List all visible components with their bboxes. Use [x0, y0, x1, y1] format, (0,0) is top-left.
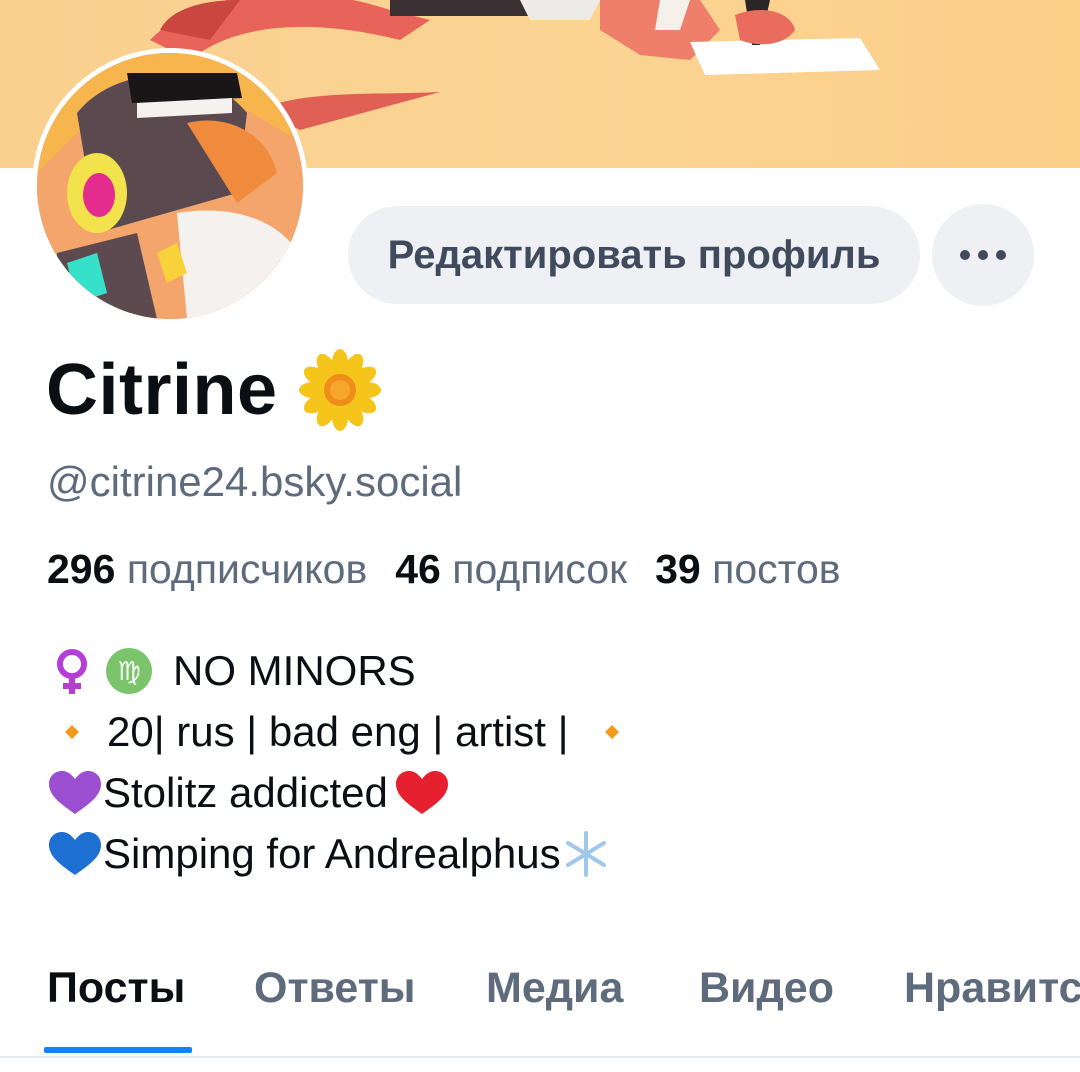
followers-label: подписчиков [126, 546, 368, 592]
posts-stat: 39 постов [655, 546, 840, 592]
display-name: Citrine [46, 350, 278, 430]
following-stat[interactable]: 46 подписок [395, 546, 627, 592]
orange-diamond-icon [604, 724, 619, 739]
blue-heart-icon [49, 831, 101, 875]
avatar[interactable] [32, 48, 308, 324]
bio-text-line1: NO MINORS [173, 647, 416, 694]
svg-text:♍: ♍ [117, 657, 140, 687]
bio-line: 20| rus | bad eng | artist | [47, 701, 637, 762]
profile-handle: @citrine24.bsky.social [47, 458, 463, 505]
bio-line: Simping for Andrealphus [47, 823, 637, 884]
tab-video[interactable]: Видео [699, 958, 834, 1018]
sunflower-icon [298, 349, 381, 431]
snowflake-icon [565, 830, 606, 877]
ellipsis-icon [960, 250, 1006, 260]
followers-count: 296 [47, 546, 116, 592]
tab-posts[interactable]: Посты [47, 958, 185, 1018]
bio-line: Stolitz addicted [47, 762, 637, 823]
tab-replies[interactable]: Ответы [254, 958, 416, 1018]
female-sign-icon [57, 648, 87, 694]
posts-count: 39 [655, 546, 701, 592]
active-tab-indicator [44, 1047, 192, 1053]
profile-bio: ♍ NO MINORS 20| rus | bad eng | artist |… [47, 640, 637, 884]
name-row: Citrine [46, 348, 382, 432]
following-label: подписок [452, 546, 628, 592]
profile-tabs: Посты Ответы Медиа Видео Нравится [0, 958, 1080, 1058]
bio-line: ♍ NO MINORS [47, 640, 637, 701]
bio-text-line4: Simping for Andrealphus [103, 830, 561, 877]
purple-heart-icon [49, 770, 101, 814]
orange-diamond-icon [65, 724, 79, 739]
edit-profile-button[interactable]: Редактировать профиль [348, 206, 920, 304]
bio-text-line2: 20| rus | bad eng | artist | [107, 708, 569, 755]
profile-stats: 296 подписчиков 46 подписок 39 постов [47, 546, 841, 593]
bio-text-line3: Stolitz addicted [103, 769, 388, 816]
posts-label: постов [712, 546, 841, 592]
tab-media[interactable]: Медиа [486, 958, 623, 1018]
following-count: 46 [395, 546, 441, 592]
more-options-button[interactable] [932, 204, 1034, 306]
red-heart-icon [395, 770, 448, 814]
tab-likes[interactable]: Нравится [904, 958, 1080, 1018]
followers-stat[interactable]: 296 подписчиков [47, 546, 367, 592]
virgo-icon: ♍ [106, 647, 152, 694]
